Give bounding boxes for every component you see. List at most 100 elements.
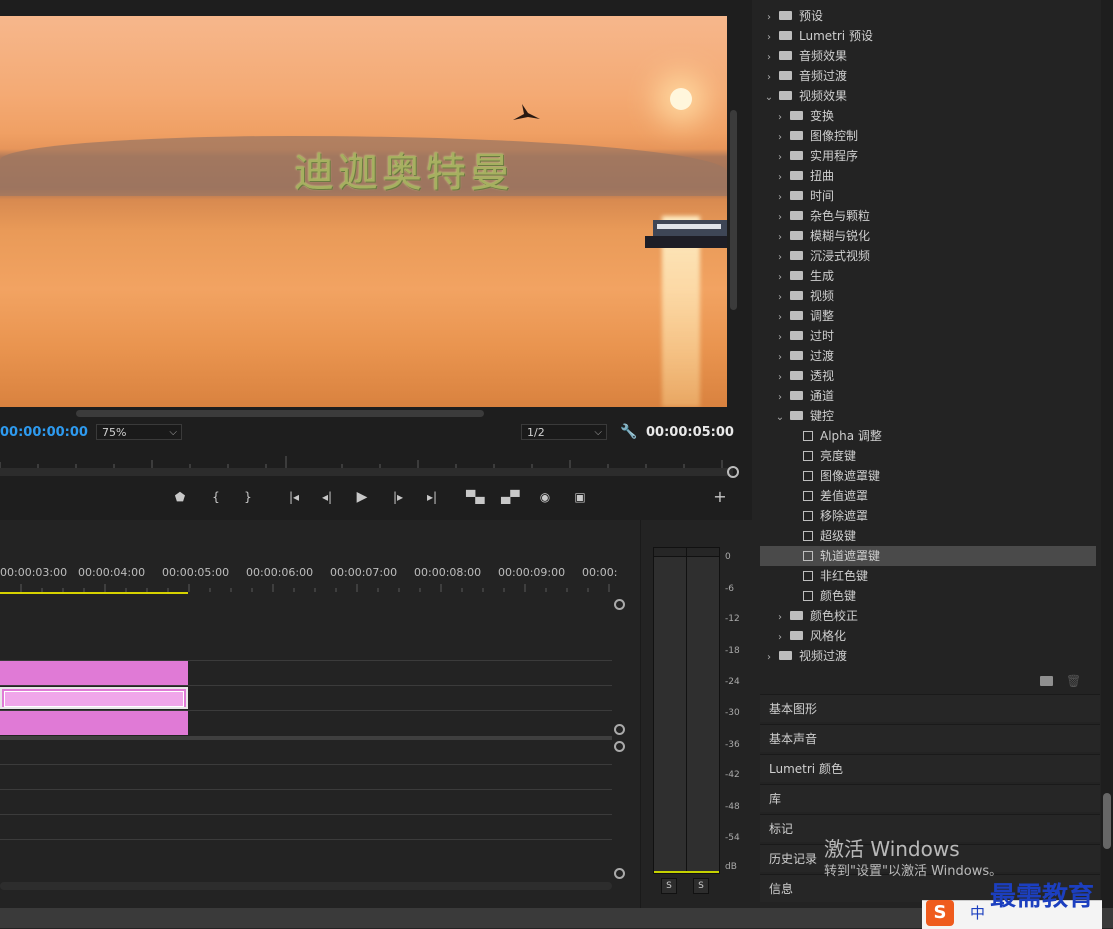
wrench-icon[interactable]: 🔧: [620, 424, 637, 440]
lift-button[interactable]: ▀▄: [466, 488, 484, 506]
effect-folder[interactable]: › 颜色校正: [760, 606, 1096, 626]
mark-in-button[interactable]: {: [207, 488, 225, 506]
effect-item[interactable]: 移除遮罩: [760, 506, 1096, 526]
chevron-right-icon[interactable]: ›: [775, 388, 785, 408]
effect-item[interactable]: 亮度键: [760, 446, 1096, 466]
chevron-right-icon[interactable]: ›: [775, 268, 785, 288]
effect-item[interactable]: 轨道遮罩键: [760, 546, 1096, 566]
effect-folder[interactable]: › 视频: [760, 286, 1096, 306]
zoom-select[interactable]: 75% ⌵: [96, 424, 182, 440]
new-bin-folder-icon[interactable]: [1040, 676, 1053, 686]
ime-language-toggle[interactable]: 中: [970, 902, 985, 923]
monitor-scrub-bar[interactable]: [0, 468, 733, 476]
chevron-right-icon[interactable]: ›: [775, 148, 785, 168]
program-video-frame[interactable]: 迪迦奥特曼: [0, 16, 727, 407]
panel-lumetri-color[interactable]: Lumetri 颜色: [760, 754, 1100, 782]
chevron-right-icon[interactable]: ›: [775, 108, 785, 128]
effect-folder[interactable]: › 时间: [760, 186, 1096, 206]
chevron-right-icon[interactable]: ›: [775, 608, 785, 628]
panel-essential-graphics[interactable]: 基本图形: [760, 694, 1100, 722]
resolution-select[interactable]: 1/2 ⌵: [521, 424, 607, 440]
effect-folder[interactable]: › 音频过渡: [760, 66, 1096, 86]
effect-folder[interactable]: › 沉浸式视频: [760, 246, 1096, 266]
effect-item[interactable]: 图像遮罩键: [760, 466, 1096, 486]
panel-libraries[interactable]: 库: [760, 784, 1100, 812]
effect-folder[interactable]: › 预设: [760, 6, 1096, 26]
sogou-logo-icon[interactable]: S: [926, 900, 954, 926]
monitor-vertical-scrollbar[interactable]: [730, 110, 737, 310]
effect-item[interactable]: 非红色键: [760, 566, 1096, 586]
extract-button[interactable]: ▄▀: [501, 488, 519, 506]
chevron-right-icon[interactable]: ›: [775, 168, 785, 188]
effect-item[interactable]: 颜色键: [760, 586, 1096, 606]
right-scrollbar-thumb[interactable]: [1103, 793, 1111, 849]
effect-item[interactable]: Alpha 调整: [760, 426, 1096, 446]
chevron-right-icon[interactable]: ›: [775, 228, 785, 248]
play-button[interactable]: ▶: [353, 488, 371, 506]
chevron-right-icon[interactable]: ›: [775, 248, 785, 268]
effect-folder[interactable]: › 变换: [760, 106, 1096, 126]
step-forward-button[interactable]: |▸: [389, 488, 407, 506]
timeline-time-ruler[interactable]: [0, 580, 612, 592]
delete-trash-icon[interactable]: 🗑: [1066, 674, 1081, 688]
video-clip-v3[interactable]: [0, 661, 188, 685]
effect-folder[interactable]: › 通道: [760, 386, 1096, 406]
effect-folder[interactable]: › 杂色与颗粒: [760, 206, 1096, 226]
effect-folder[interactable]: › 过时: [760, 326, 1096, 346]
chevron-down-icon[interactable]: ⌄: [764, 88, 774, 108]
add-marker-button[interactable]: ⬟: [171, 488, 189, 506]
effect-folder[interactable]: › 扭曲: [760, 166, 1096, 186]
effect-folder[interactable]: › 生成: [760, 266, 1096, 286]
effect-folder[interactable]: › 实用程序: [760, 146, 1096, 166]
effect-folder[interactable]: › 透视: [760, 366, 1096, 386]
chevron-right-icon[interactable]: ›: [775, 308, 785, 328]
chevron-right-icon[interactable]: ›: [764, 48, 774, 68]
video-clip-v2-selected[interactable]: [0, 687, 188, 709]
effect-folder[interactable]: ⌄ 键控: [760, 406, 1096, 426]
timeline-horizontal-scrollbar[interactable]: [0, 882, 612, 890]
solo-left-button[interactable]: S: [661, 878, 677, 894]
chevron-right-icon[interactable]: ›: [775, 328, 785, 348]
scroll-handle-top[interactable]: [614, 599, 625, 610]
playhead-timecode[interactable]: 00:00:00:00: [0, 425, 88, 440]
add-button[interactable]: +: [711, 488, 729, 506]
chevron-right-icon[interactable]: ›: [764, 8, 774, 28]
chevron-right-icon[interactable]: ›: [764, 648, 774, 668]
go-to-out-button[interactable]: ▸|: [423, 488, 441, 506]
solo-right-button[interactable]: S: [693, 878, 709, 894]
chevron-right-icon[interactable]: ›: [764, 28, 774, 48]
effect-folder[interactable]: › 风格化: [760, 626, 1096, 646]
scroll-handle-bottom[interactable]: [614, 724, 625, 735]
compare-view-button[interactable]: ▣: [571, 488, 589, 506]
monitor-horizontal-scrollbar[interactable]: [76, 410, 484, 417]
effect-item[interactable]: 差值遮罩: [760, 486, 1096, 506]
out-point-handle[interactable]: [727, 466, 739, 478]
effect-folder[interactable]: › 模糊与锐化: [760, 226, 1096, 246]
chevron-right-icon[interactable]: ›: [775, 288, 785, 308]
effect-folder[interactable]: › 过渡: [760, 346, 1096, 366]
effect-folder[interactable]: › 音频效果: [760, 46, 1096, 66]
chevron-right-icon[interactable]: ›: [775, 128, 785, 148]
effect-folder[interactable]: › 视频过渡: [760, 646, 1096, 666]
effect-folder[interactable]: › 图像控制: [760, 126, 1096, 146]
mark-out-button[interactable]: }: [239, 488, 257, 506]
export-frame-button[interactable]: ◉: [536, 488, 554, 506]
work-area-bar[interactable]: [0, 592, 188, 594]
effect-folder[interactable]: › 调整: [760, 306, 1096, 326]
chevron-right-icon[interactable]: ›: [775, 208, 785, 228]
right-scrollbar[interactable]: [1101, 0, 1113, 908]
chevron-right-icon[interactable]: ›: [775, 368, 785, 388]
step-back-button[interactable]: ◂|: [318, 488, 336, 506]
effect-item[interactable]: 超级键: [760, 526, 1096, 546]
go-to-in-button[interactable]: |◂: [285, 488, 303, 506]
chevron-down-icon[interactable]: ⌄: [775, 408, 785, 428]
effect-folder[interactable]: ⌄ 视频效果: [760, 86, 1096, 106]
scroll-handle-bottom[interactable]: [614, 868, 625, 879]
chevron-right-icon[interactable]: ›: [775, 348, 785, 368]
chevron-right-icon[interactable]: ›: [775, 628, 785, 648]
panel-essential-sound[interactable]: 基本声音: [760, 724, 1100, 752]
scroll-handle-top[interactable]: [614, 741, 625, 752]
chevron-right-icon[interactable]: ›: [775, 188, 785, 208]
effect-folder[interactable]: › Lumetri 预设: [760, 26, 1096, 46]
video-clip-v1[interactable]: [0, 711, 188, 735]
